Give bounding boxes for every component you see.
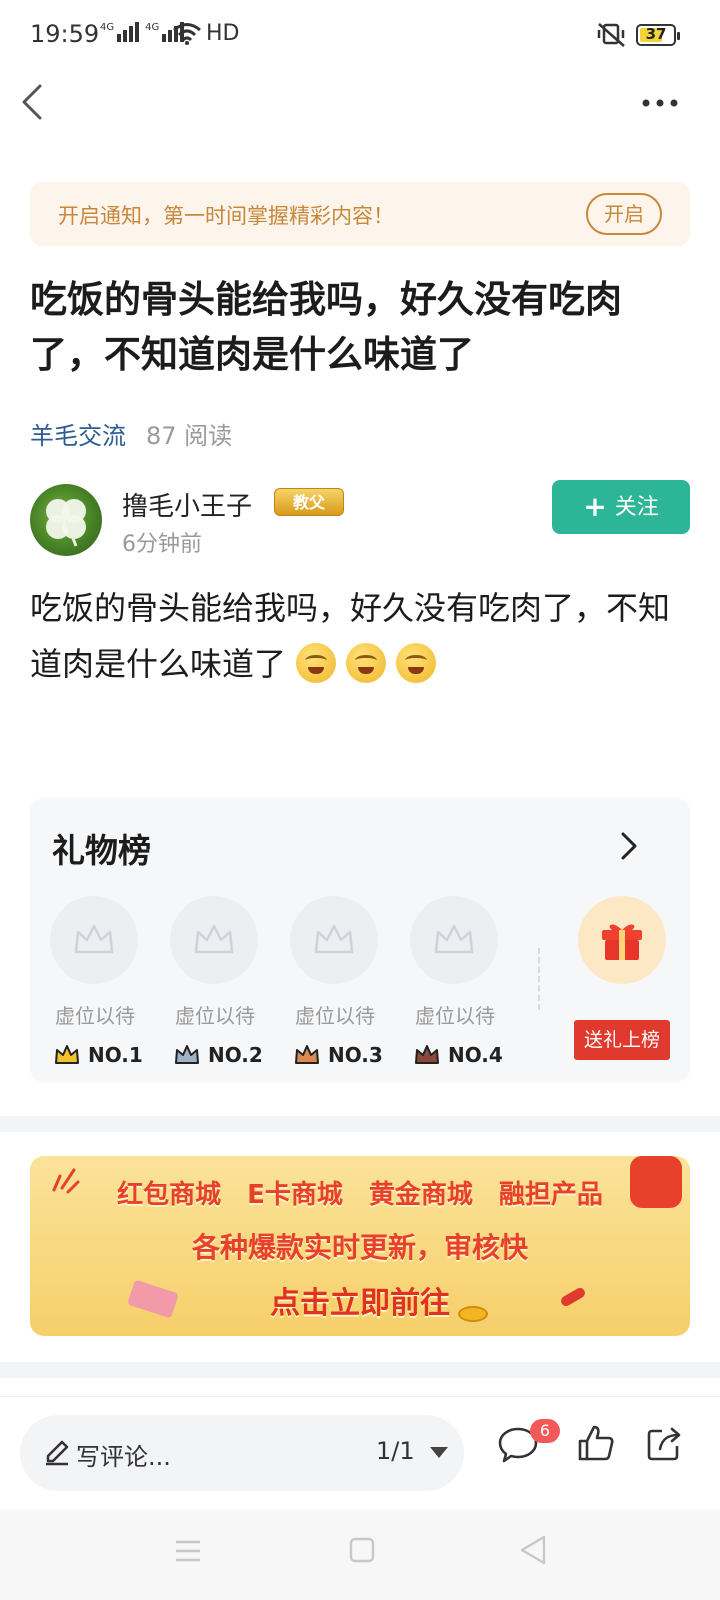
gift-slot[interactable]: 虚位以待 NO.1 [50,896,143,1067]
follow-label: 关注 [614,495,659,520]
share-icon[interactable] [644,1423,684,1463]
notification-text: 开启通知，第一时间掌握精彩内容！ [58,204,394,228]
home-square-icon[interactable] [348,1536,376,1564]
promo-subtitle: 各种爆款实时更新，审核快 [191,1231,528,1264]
signal-icon: 4G [100,22,140,42]
promo-item: E卡商城 [247,1180,343,1210]
promo-item: 黄金商城 [368,1180,473,1210]
system-navigation-bar [0,1510,720,1600]
mute-vibrate-icon [597,23,625,47]
rank-label: NO.1 [88,1043,143,1067]
promo-banner[interactable]: 红包商城 E卡商城 黄金商城 融担产品 各种爆款实时更新，审核快 点击立即前往 [30,1156,690,1336]
avatar[interactable] [30,484,102,556]
notification-banner: 开启通知，第一时间掌握精彩内容！ 开启 [30,182,690,246]
gift-slot[interactable]: 虚位以待 NO.3 [290,896,383,1067]
bottom-action-bar: 写评论... 1/1 6 [0,1396,720,1506]
rank-label: NO.2 [208,1043,263,1067]
gift-slot[interactable]: 虚位以待 NO.4 [410,896,503,1067]
gift-slot[interactable]: 虚位以待 NO.2 [170,896,263,1067]
plus-icon: + [583,490,607,523]
empty-slot-avatar [410,896,498,984]
section-divider [0,1116,720,1132]
crown-outline-icon [314,924,354,954]
crown-silver-icon [175,1045,199,1064]
page-indicator[interactable]: 1/1 [376,1437,415,1465]
slot-label: 虚位以待 [55,1004,135,1028]
gift-board: 礼物榜 虚位以待 NO.1 虚位以待 NO.2 虚位以待 NO.3 虚位以待 N… [30,798,690,1082]
menu-icon[interactable] [174,1538,202,1564]
section-divider [0,1362,720,1378]
post-meta: 羊毛交流 87 阅读 [30,416,232,451]
promo-item: 融担产品 [498,1180,603,1210]
slot-label: 虚位以待 [415,1004,495,1028]
laugh-cry-emoji-icon [296,643,337,683]
clover-icon [46,499,86,547]
chevron-right-icon[interactable] [614,828,644,864]
author-name[interactable]: 撸毛小王子 [122,486,252,523]
empty-slot-avatar [170,896,258,984]
chevron-left-icon[interactable] [14,80,54,124]
author-badge: 教父 [274,488,344,516]
crown-bronze-icon [295,1045,319,1064]
status-bar: 19:59 4G 4G HD 37 [0,0,720,72]
laugh-cry-emoji-icon [346,643,387,683]
post-time: 6分钟前 [122,532,202,557]
nav-bar [0,72,720,132]
thumbs-up-icon[interactable] [576,1423,616,1463]
author-row: 撸毛小王子 教父 6分钟前 + 关注 [30,480,690,557]
gift-icon [602,924,642,960]
gift-board-title: 礼物榜 [52,831,151,870]
divider [538,948,540,1010]
rank-label: NO.4 [448,1043,503,1067]
more-dots-icon[interactable] [640,88,680,118]
crown-gold-icon [55,1045,79,1064]
empty-slot-avatar [50,896,138,984]
back-triangle-icon[interactable] [518,1534,548,1566]
slot-label: 虚位以待 [175,1004,255,1028]
laugh-cry-emoji-icon [396,643,437,683]
slot-rank: NO.4 [410,1043,510,1067]
follow-button[interactable]: + 关注 [552,480,690,534]
rank-label: NO.3 [328,1043,383,1067]
network-label: 4G [145,22,160,33]
comment-input[interactable]: 写评论... 1/1 [20,1415,464,1491]
send-gift-button[interactable]: 送礼上榜 [574,1020,670,1060]
battery-icon: 37 [636,24,680,46]
promo-cta[interactable]: 点击立即前往 [30,1278,690,1322]
promo-categories: 红包商城 E卡商城 黄金商城 融担产品 [30,1174,690,1211]
status-time: 19:59 [30,20,100,48]
comment-placeholder: 写评论... [76,1443,171,1471]
wifi-icon [173,23,201,45]
read-count: 87 阅读 [146,422,233,450]
hd-label: HD [206,21,240,46]
crown-dark-icon [415,1045,439,1064]
post-title: 吃饭的骨头能给我吗，好久没有吃肉了，不知道肉是什么味道了 [30,278,622,376]
slot-rank: NO.1 [50,1043,150,1067]
crown-outline-icon [434,924,474,954]
caret-down-icon[interactable] [430,1447,448,1458]
crown-outline-icon [74,924,114,954]
empty-slot-avatar [290,896,378,984]
post-body: 吃饭的骨头能给我吗，好久没有吃肉了，不知道肉是什么味道了 [30,580,700,692]
network-label: 4G [100,22,115,33]
battery-level: 37 [645,25,667,43]
promo-item: 红包商城 [117,1180,222,1210]
category-link[interactable]: 羊毛交流 [30,416,126,451]
enable-notification-button[interactable]: 开启 [586,193,662,235]
slot-rank: NO.2 [170,1043,270,1067]
comment-count-badge: 6 [530,1419,560,1443]
crown-outline-icon [194,924,234,954]
gift-box-icon[interactable] [578,896,666,984]
pen-icon [46,1440,69,1466]
slot-rank: NO.3 [290,1043,390,1067]
slot-label: 虚位以待 [295,1004,375,1028]
